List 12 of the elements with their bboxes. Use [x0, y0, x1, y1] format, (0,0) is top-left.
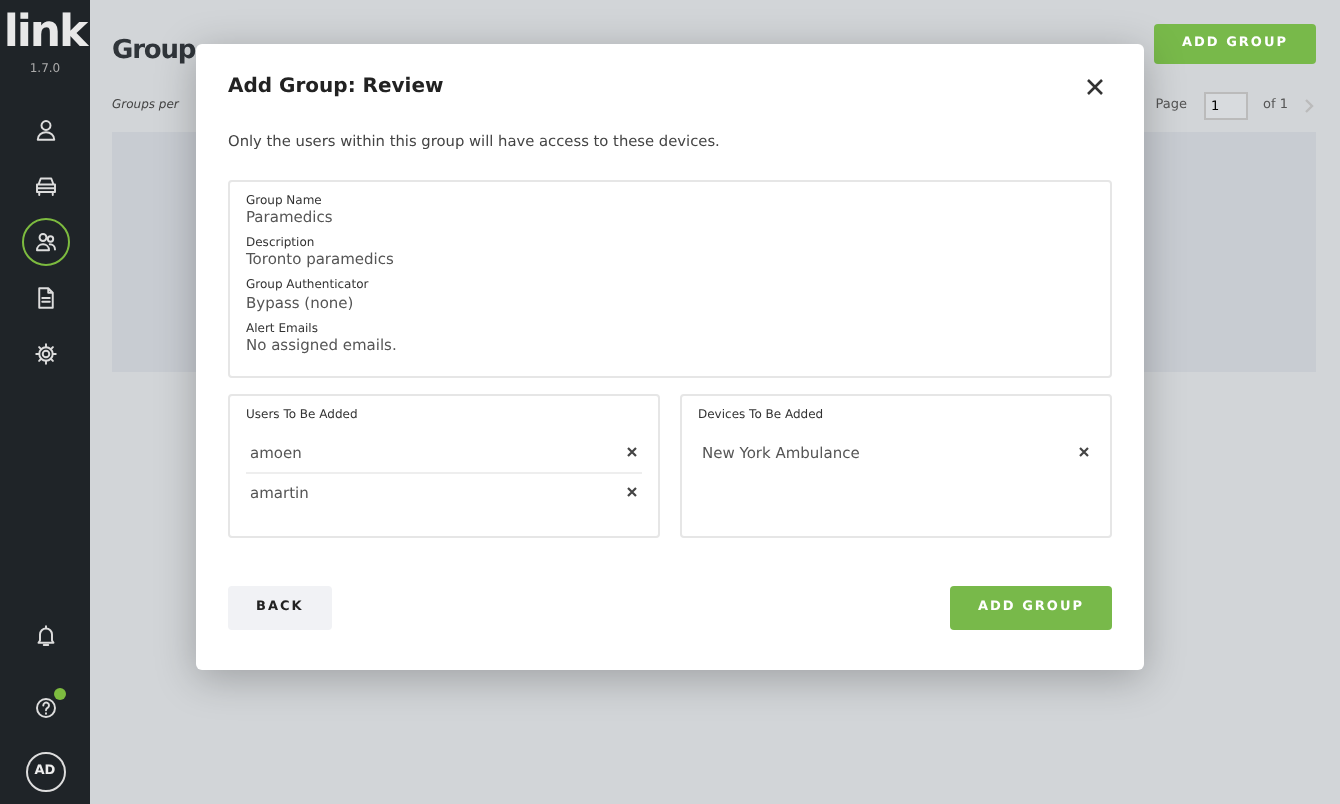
person-icon: [33, 118, 57, 142]
car-icon: [33, 174, 57, 198]
nav-item[interactable]: [21, 218, 69, 266]
page-title: Group: [112, 36, 196, 68]
document-icon: [33, 286, 57, 310]
help-icon: [33, 696, 57, 720]
settings-icon: [33, 342, 57, 366]
bell-icon: [33, 624, 57, 648]
modal-title: Add Group: Review: [228, 76, 444, 100]
close-button[interactable]: [1086, 78, 1104, 98]
people-icon: [33, 230, 57, 254]
logo[interactable]: link: [3, 12, 87, 56]
